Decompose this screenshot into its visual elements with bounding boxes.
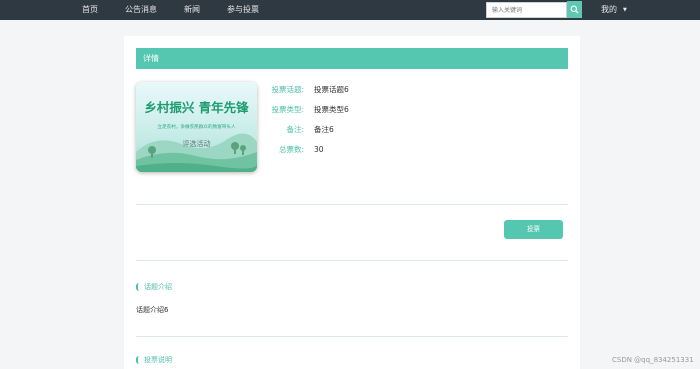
- top-nav: 首页 公告消息 新闻 参与投票 我的 ▼: [0, 0, 700, 20]
- panel-header: 详情: [136, 48, 568, 69]
- divider: [136, 336, 568, 337]
- nav-item-home[interactable]: 首页: [82, 0, 98, 20]
- nav-item-vote[interactable]: 参与投票: [227, 0, 259, 20]
- divider: [136, 204, 568, 205]
- vote-button[interactable]: 投票: [504, 220, 563, 239]
- nav-item-notices[interactable]: 公告消息: [125, 0, 157, 20]
- field-label: 总票数:: [278, 145, 304, 154]
- watermark: CSDN @qq_834251331: [612, 356, 694, 364]
- cover-badge: 评选活动: [183, 139, 211, 148]
- section-title-text: 话题介绍: [144, 283, 172, 291]
- field-value: 备注6: [314, 125, 334, 134]
- search-input[interactable]: [487, 3, 566, 17]
- user-menu-label: 我的: [601, 5, 617, 14]
- user-menu[interactable]: 我的 ▼: [601, 0, 627, 20]
- section-marker-icon: [136, 283, 139, 291]
- section-marker-icon: [136, 356, 139, 364]
- field-value: 投票话题6: [314, 85, 349, 94]
- section-title-text: 投票说明: [144, 356, 172, 364]
- detail-panel: 详情 乡村振兴 青年先锋 立足农村，争做农民群众的致富带头人 评选活动 投票话题…: [124, 36, 580, 369]
- cover-subtitle: 立足农村，争做农民群众的致富带头人: [157, 123, 236, 130]
- field-label: 投票类型:: [271, 105, 304, 114]
- field-label: 投票话题:: [271, 85, 304, 94]
- field-value: 投票类型6: [314, 105, 349, 114]
- search-button[interactable]: [567, 1, 582, 18]
- section-title-vote-notes: 投票说明: [136, 355, 172, 365]
- field-label: 备注:: [286, 125, 304, 134]
- search-icon: [570, 5, 579, 14]
- section-title-topic-intro: 话题介绍: [136, 282, 172, 292]
- section-body-topic-intro: 话题介绍6: [136, 306, 169, 314]
- chevron-down-icon: ▼: [623, 7, 627, 13]
- cover-title: 乡村振兴 青年先锋: [144, 100, 249, 115]
- nav-item-news[interactable]: 新闻: [184, 0, 200, 20]
- field-value: 30: [314, 145, 324, 154]
- divider: [136, 260, 568, 261]
- cover-image: 乡村振兴 青年先锋 立足农村，争做农民群众的致富带头人 评选活动: [136, 82, 257, 172]
- search-box: [486, 2, 567, 18]
